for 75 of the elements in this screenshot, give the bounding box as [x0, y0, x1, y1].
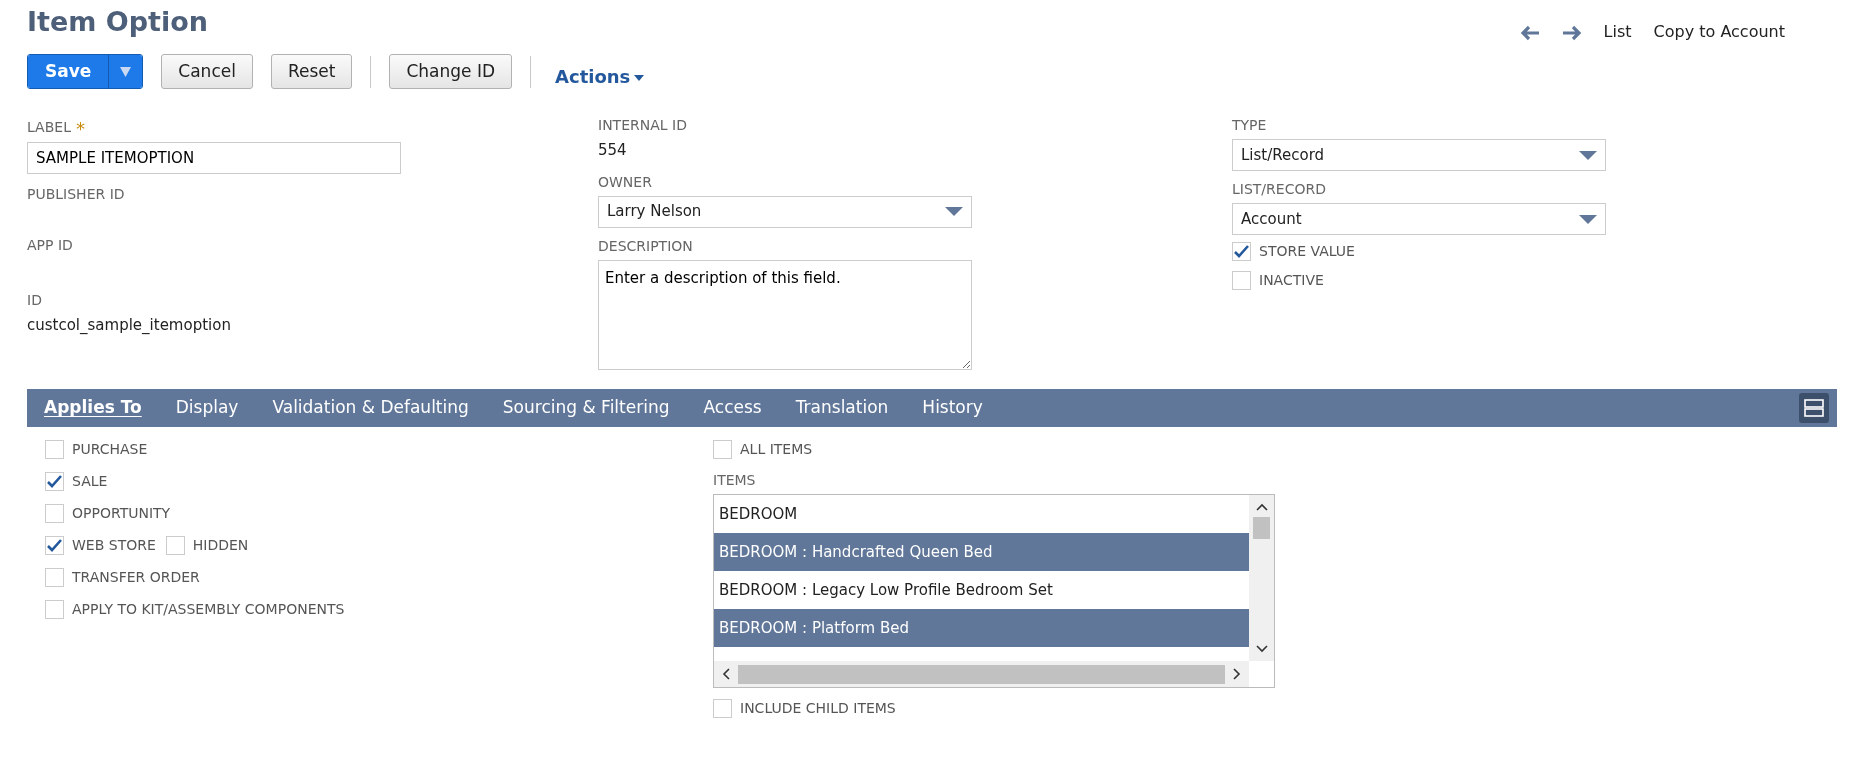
items-list[interactable]: BEDROOM BEDROOM : Handcrafted Queen Bed BEDROOM : Legacy Low Profile Bedroom Set BEDROOM : Platform Bed [713, 494, 1275, 688]
field-label: DESCRIPTION [598, 236, 694, 256]
tab[interactable]: Sourcing & Filtering [502, 395, 670, 421]
required-mark: * [75, 117, 85, 141]
list-option[interactable]: BEDROOM : Handcrafted Queen Bed [714, 533, 1249, 571]
dropdown-button[interactable] [108, 54, 143, 89]
tab[interactable]: History [922, 395, 983, 421]
dropdown-field[interactable]: Account [1232, 203, 1606, 235]
checkbox-label: ALL ITEMS [740, 440, 813, 459]
scroll-thumb[interactable] [738, 664, 1225, 684]
checkbox-label: OPPORTUNITY [72, 504, 171, 523]
checkbox[interactable] [713, 699, 732, 718]
checkbox-label: SALE [72, 472, 108, 491]
checkbox[interactable] [1232, 271, 1251, 290]
caret-icon [945, 207, 963, 216]
field-label: ID [27, 291, 43, 310]
toolbar-button[interactable]: Cancel [161, 53, 253, 90]
field-value: custcol_sample_itemoption [27, 315, 232, 336]
field-label: TYPE [1232, 116, 1268, 135]
checkbox[interactable] [713, 440, 732, 459]
checkbox-label: STORE VALUE [1259, 242, 1355, 261]
list-link[interactable]: List [1603, 20, 1632, 44]
list-option[interactable]: BEDROOM : Legacy Low Profile Bedroom Set [714, 571, 1249, 609]
list-option[interactable]: BEDROOM : Platform Bed [714, 609, 1249, 647]
tab[interactable]: Access [703, 395, 762, 421]
checkbox-label: PURCHASE [72, 440, 148, 459]
actions-menu[interactable]: Actions [549, 62, 651, 91]
checkbox[interactable] [1232, 242, 1251, 261]
dropdown-field[interactable]: List/Record [1232, 139, 1606, 171]
horizontal-scrollbar[interactable] [714, 661, 1249, 687]
field-value: 554 [598, 140, 628, 161]
field-label: LIST/RECORD [1232, 180, 1327, 199]
page-title: Item Option [27, 6, 208, 39]
layout-toggle-icon[interactable] [1799, 393, 1829, 423]
save-button[interactable]: Save [28, 54, 109, 89]
scroll-up-icon[interactable] [1255, 503, 1268, 511]
dropdown-field[interactable]: Larry Nelson [598, 195, 972, 228]
scroll-left-icon[interactable] [722, 668, 730, 680]
field-label: LABEL [27, 117, 71, 137]
checkbox-label: WEB STORE [72, 536, 156, 555]
field-label: APP ID [27, 236, 74, 255]
checkbox-label: INACTIVE [1259, 271, 1324, 290]
field-label: INTERNAL ID [598, 116, 688, 135]
checkbox-label: APPLY TO KIT/ASSEMBLY COMPONENTS [72, 600, 345, 619]
field-label: PUBLISHER ID [27, 185, 126, 204]
scroll-right-icon[interactable] [1233, 668, 1241, 680]
checkbox[interactable] [45, 472, 64, 491]
scroll-down-icon[interactable] [1255, 645, 1268, 653]
scroll-thumb[interactable] [1253, 517, 1270, 539]
caret-icon [120, 66, 132, 77]
text-field[interactable]: SAMPLE ITEMOPTION [27, 142, 401, 174]
checkbox-label: TRANSFER ORDER [72, 568, 200, 587]
checkbox[interactable] [45, 600, 64, 619]
caret-icon [634, 75, 645, 81]
field-label: ITEMS [713, 471, 757, 490]
tab[interactable]: Display [175, 395, 239, 421]
list-option[interactable]: BEDROOM [714, 495, 1249, 533]
toolbar-button[interactable]: Change ID [389, 53, 513, 90]
caret-icon [1579, 150, 1597, 160]
caret-icon [1579, 214, 1597, 224]
checkbox[interactable] [45, 440, 64, 459]
checkbox[interactable] [45, 568, 64, 587]
tab[interactable]: Translation [795, 395, 889, 421]
field-label: OWNER [598, 172, 653, 192]
checkbox[interactable] [45, 504, 64, 523]
checkbox-label: HIDDEN [192, 536, 249, 555]
copy-link[interactable]: Copy to Account [1653, 20, 1785, 44]
vertical-scrollbar[interactable] [1249, 495, 1274, 661]
tab[interactable]: Validation & Defaulting [272, 395, 469, 421]
checkbox[interactable] [165, 536, 185, 555]
toolbar-button[interactable]: Reset [270, 53, 353, 90]
description-field[interactable]: Enter a description of this field. [598, 259, 972, 370]
checkbox-label: INCLUDE CHILD ITEMS [740, 699, 896, 718]
tab[interactable]: Applies To [44, 395, 142, 421]
checkbox[interactable] [45, 536, 64, 555]
